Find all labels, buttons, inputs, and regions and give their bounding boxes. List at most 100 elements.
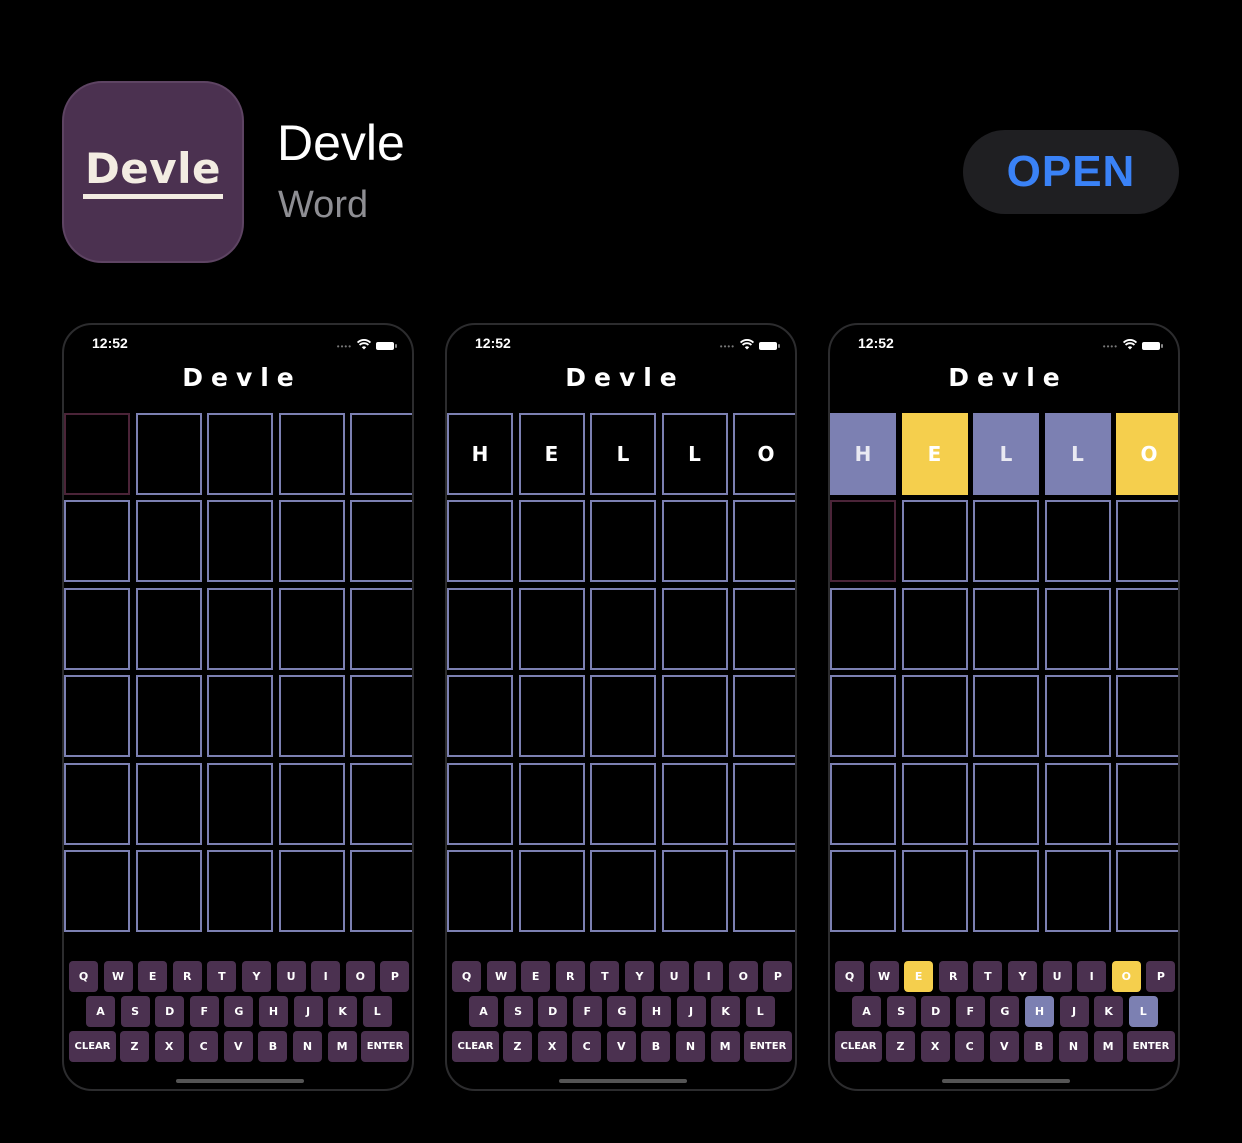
key-clear[interactable]: CLEAR [452, 1031, 499, 1062]
letter-tile[interactable] [447, 587, 513, 670]
key-g[interactable]: G [990, 996, 1020, 1027]
letter-tile[interactable] [64, 850, 130, 932]
key-q[interactable]: Q [69, 961, 98, 992]
letter-tile[interactable]: L [661, 413, 728, 495]
key-j[interactable]: J [676, 996, 706, 1027]
key-n[interactable]: N [293, 1031, 322, 1062]
screenshot-2[interactable]: 12:52 •••• Devle H E L L O Q W E R T Y U I O P A S D F G H J K L CL… [445, 323, 797, 1091]
letter-tile[interactable] [135, 500, 202, 583]
letter-tile[interactable] [1116, 500, 1178, 583]
letter-tile[interactable] [1044, 762, 1111, 845]
letter-tile[interactable] [901, 850, 968, 932]
letter-tile[interactable] [661, 675, 728, 758]
key-f[interactable]: F [189, 996, 219, 1027]
key-y[interactable]: Y [242, 961, 271, 992]
letter-tile[interactable] [207, 413, 273, 495]
letter-tile[interactable] [447, 762, 513, 845]
letter-tile[interactable] [278, 850, 345, 932]
letter-tile[interactable] [350, 675, 412, 758]
key-clear[interactable]: CLEAR [835, 1031, 882, 1062]
letter-tile[interactable] [733, 675, 795, 758]
key-e[interactable]: E [521, 961, 551, 992]
letter-tile[interactable] [64, 587, 130, 670]
letter-tile[interactable] [1116, 675, 1178, 758]
letter-tile[interactable] [733, 587, 795, 670]
letter-tile[interactable]: L [1044, 413, 1111, 495]
letter-tile[interactable] [661, 587, 728, 670]
letter-tile[interactable] [1044, 850, 1111, 932]
key-p[interactable]: P [380, 961, 410, 992]
letter-tile[interactable] [350, 587, 412, 670]
key-z[interactable]: Z [886, 1031, 915, 1062]
letter-tile[interactable] [590, 762, 656, 845]
key-v[interactable]: V [989, 1031, 1019, 1062]
letter-tile[interactable] [830, 675, 896, 758]
app-name[interactable]: Devle [277, 114, 405, 172]
letter-tile[interactable] [733, 850, 795, 932]
letter-tile[interactable] [901, 500, 968, 583]
letter-tile[interactable] [207, 587, 273, 670]
key-v[interactable]: V [223, 1031, 253, 1062]
letter-tile[interactable] [661, 500, 728, 583]
key-r[interactable]: R [938, 961, 968, 992]
letter-tile[interactable] [661, 850, 728, 932]
letter-tile[interactable] [1044, 500, 1111, 583]
app-category[interactable]: Word [278, 184, 368, 227]
key-e[interactable]: E [138, 961, 168, 992]
key-s[interactable]: S [120, 996, 150, 1027]
key-v[interactable]: V [606, 1031, 636, 1062]
letter-tile[interactable] [350, 413, 412, 495]
letter-tile[interactable]: O [1116, 413, 1178, 495]
key-i[interactable]: I [1077, 961, 1107, 992]
letter-tile[interactable] [447, 675, 513, 758]
key-x[interactable]: X [537, 1031, 567, 1062]
key-j[interactable]: J [1059, 996, 1089, 1027]
key-p[interactable]: P [1146, 961, 1176, 992]
letter-tile[interactable] [64, 413, 130, 495]
letter-tile[interactable] [973, 762, 1039, 845]
letter-tile[interactable] [830, 500, 896, 583]
key-t[interactable]: T [207, 961, 237, 992]
key-e[interactable]: E [904, 961, 934, 992]
letter-tile[interactable] [830, 850, 896, 932]
letter-tile[interactable] [207, 500, 273, 583]
screenshot-3[interactable]: 12:52 •••• Devle H E L L O Q W E R T Y U I O P A S D F G H J K L CL… [828, 323, 1180, 1091]
key-u[interactable]: U [659, 961, 689, 992]
key-m[interactable]: M [327, 1031, 357, 1062]
letter-tile[interactable]: L [973, 413, 1039, 495]
key-x[interactable]: X [920, 1031, 950, 1062]
key-h[interactable]: H [259, 996, 288, 1027]
letter-tile[interactable] [590, 500, 656, 583]
letter-tile[interactable] [447, 500, 513, 583]
key-g[interactable]: G [607, 996, 637, 1027]
key-c[interactable]: C [572, 1031, 602, 1062]
key-w[interactable]: W [869, 961, 899, 992]
letter-tile[interactable] [64, 675, 130, 758]
letter-tile[interactable] [278, 762, 345, 845]
letter-tile[interactable] [518, 500, 585, 583]
letter-tile[interactable] [830, 762, 896, 845]
key-u[interactable]: U [276, 961, 306, 992]
key-d[interactable]: D [538, 996, 568, 1027]
letter-tile[interactable] [278, 587, 345, 670]
key-d[interactable]: D [155, 996, 185, 1027]
letter-tile[interactable] [901, 587, 968, 670]
key-m[interactable]: M [1093, 1031, 1123, 1062]
key-b[interactable]: B [641, 1031, 671, 1062]
key-b[interactable]: B [1024, 1031, 1054, 1062]
letter-tile[interactable] [1116, 587, 1178, 670]
key-y[interactable]: Y [625, 961, 654, 992]
letter-tile[interactable] [733, 500, 795, 583]
key-q[interactable]: Q [452, 961, 481, 992]
letter-tile[interactable] [518, 675, 585, 758]
letter-tile[interactable]: L [590, 413, 656, 495]
key-clear[interactable]: CLEAR [69, 1031, 116, 1062]
key-o[interactable]: O [1111, 961, 1141, 992]
letter-tile[interactable]: E [518, 413, 585, 495]
letter-tile[interactable] [135, 850, 202, 932]
key-t[interactable]: T [973, 961, 1003, 992]
key-enter[interactable]: ENTER [744, 1031, 792, 1062]
letter-tile[interactable] [1116, 850, 1178, 932]
key-o[interactable]: O [728, 961, 758, 992]
key-f[interactable]: F [572, 996, 602, 1027]
